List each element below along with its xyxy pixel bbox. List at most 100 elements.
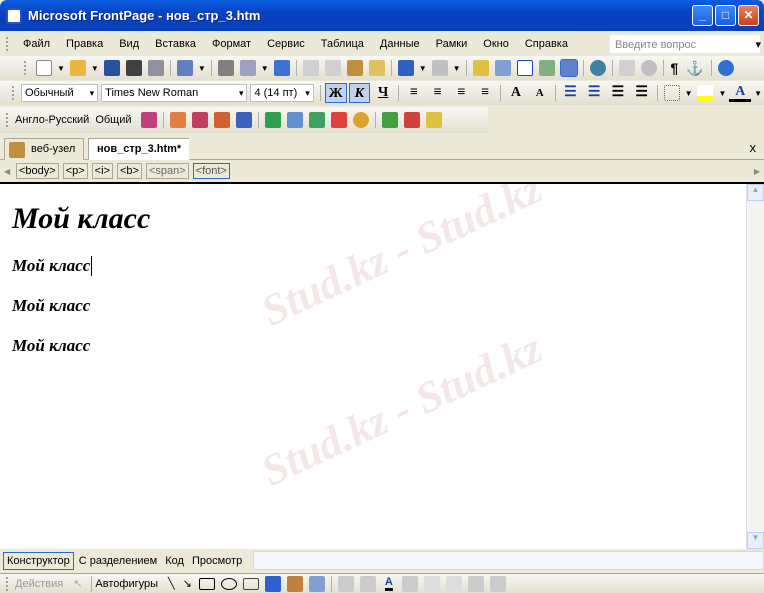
paragraph[interactable]: Мой класс (12, 256, 93, 276)
view-code[interactable]: Код (162, 553, 187, 569)
tool-icon[interactable] (213, 112, 230, 128)
dropdown-arrow[interactable]: ▼ (261, 64, 269, 73)
align-right-icon[interactable]: ≡ (451, 83, 473, 103)
underline-button[interactable]: Ч (372, 83, 394, 103)
tab-website[interactable]: веб-узел (4, 138, 85, 160)
help-icon[interactable] (717, 60, 734, 76)
tool-icon[interactable] (169, 112, 186, 128)
font-color-icon[interactable]: A (384, 576, 393, 591)
style-select[interactable]: Обычный (20, 84, 99, 102)
books-icon[interactable] (264, 112, 281, 128)
select-pointer-icon[interactable]: ↖ (73, 577, 82, 590)
library-icon[interactable] (381, 112, 398, 128)
stop-icon[interactable] (640, 60, 657, 76)
editor-canvas[interactable]: Stud.kz - Stud.kz Stud.kz - Stud.kz Мой … (0, 184, 746, 549)
redo-icon[interactable] (431, 60, 448, 76)
view-split[interactable]: С разделением (76, 553, 161, 569)
maximize-button[interactable]: □ (715, 5, 736, 26)
tag-span[interactable]: <span> (145, 163, 189, 179)
search-doc-icon[interactable] (286, 112, 303, 128)
wordart-icon[interactable] (264, 575, 281, 592)
open-icon[interactable] (69, 60, 86, 76)
font-color-icon[interactable]: A (729, 84, 752, 102)
ask-question-input[interactable]: Введите вопрос (610, 34, 761, 54)
menu-data[interactable]: Данные (372, 38, 428, 50)
search-icon[interactable] (125, 60, 142, 76)
cut-icon[interactable] (302, 60, 319, 76)
bulleted-list-icon[interactable]: ☰ (583, 83, 605, 103)
view-preview[interactable]: Просмотр (189, 553, 245, 569)
page-heading[interactable]: Мой класс (12, 202, 150, 236)
paste-icon[interactable] (346, 60, 363, 76)
folder-list-icon[interactable] (176, 60, 193, 76)
increase-indent-icon[interactable]: ☰ (631, 83, 653, 103)
drawing-icon[interactable] (559, 59, 578, 77)
fill-color-icon[interactable] (337, 575, 354, 592)
preview-icon[interactable] (239, 60, 256, 76)
dropdown-arrow[interactable]: ▼ (419, 64, 427, 73)
dropdown-arrow[interactable]: ▼ (57, 64, 65, 73)
vertical-scrollbar[interactable]: ▲ ▼ (746, 184, 764, 549)
align-left-icon[interactable]: ≡ (403, 83, 425, 103)
decrease-indent-icon[interactable]: ☰ (607, 83, 629, 103)
scroll-up-button[interactable]: ▲ (747, 184, 764, 201)
menu-tools[interactable]: Сервис (259, 38, 313, 50)
dictionary-select[interactable]: Англо-Русский (15, 114, 89, 126)
line-color-icon[interactable] (359, 575, 376, 592)
view-design[interactable]: Конструктор (3, 551, 74, 570)
play-icon[interactable] (352, 112, 369, 128)
horizontal-scrollbar[interactable] (253, 551, 764, 570)
arrow-icon[interactable]: ↘ (183, 577, 192, 590)
menu-format[interactable]: Формат (204, 38, 259, 50)
menu-table[interactable]: Таблица (313, 38, 372, 50)
line-style-icon[interactable] (401, 575, 418, 592)
dropdown-arrow[interactable]: ▼ (198, 64, 206, 73)
menu-view[interactable]: Вид (111, 38, 147, 50)
decrease-font-icon[interactable]: A (529, 83, 551, 103)
dropdown-arrow[interactable]: ▼ (685, 89, 693, 98)
clipart-icon[interactable] (286, 575, 303, 592)
help-icon[interactable] (425, 112, 442, 128)
grip[interactable] (6, 36, 9, 51)
menu-frames[interactable]: Рамки (428, 38, 476, 50)
dropdown-arrow[interactable]: ▼ (453, 64, 461, 73)
increase-font-icon[interactable]: A (505, 83, 527, 103)
borders-icon[interactable] (663, 85, 680, 101)
close-button[interactable]: ✕ (738, 5, 759, 26)
insert-table-icon[interactable] (494, 60, 511, 76)
save-icon[interactable] (103, 60, 120, 76)
scroll-left-icon[interactable]: ◀ (4, 167, 10, 176)
menu-file[interactable]: Файл (15, 38, 58, 50)
scroll-down-button[interactable]: ▼ (747, 532, 764, 549)
font-select[interactable]: Times New Roman (101, 84, 248, 102)
numbered-list-icon[interactable]: ☰ (560, 83, 582, 103)
tab-page[interactable]: нов_стр_3.htm* (88, 138, 190, 160)
tool-icon[interactable] (191, 112, 208, 128)
tag-i[interactable]: <i> (91, 163, 113, 179)
tag-body[interactable]: <body> (16, 163, 59, 179)
arrow-style-icon[interactable] (445, 575, 462, 592)
translate-icon[interactable] (140, 112, 157, 128)
anchor-icon[interactable]: ⚓ (686, 60, 703, 77)
menu-insert[interactable]: Вставка (147, 38, 204, 50)
align-center-icon[interactable]: ≡ (427, 83, 449, 103)
tag-font[interactable]: <font> (192, 163, 230, 179)
close-document-button[interactable]: x (750, 140, 757, 155)
dash-style-icon[interactable] (423, 575, 440, 592)
3d-icon[interactable] (489, 575, 506, 592)
paragraph[interactable]: Мой класс (12, 336, 90, 356)
dropdown-arrow[interactable]: ▼ (718, 89, 726, 98)
spelling-icon[interactable] (273, 60, 290, 76)
menu-window[interactable]: Окно (475, 38, 517, 50)
dropdown-arrow[interactable]: ▼ (754, 89, 762, 98)
minimize-button[interactable]: _ (692, 5, 713, 26)
oval-icon[interactable] (220, 577, 237, 590)
format-painter-icon[interactable] (368, 60, 385, 76)
pilcrow-icon[interactable]: ¶ (671, 60, 679, 76)
shadow-icon[interactable] (467, 575, 484, 592)
dropdown-arrow[interactable]: ▼ (91, 64, 99, 73)
scroll-right-icon[interactable]: ▶ (754, 167, 760, 176)
font-size-select[interactable]: 4 (14 пт) (250, 84, 314, 102)
highlight-icon[interactable] (697, 85, 714, 101)
new-page-icon[interactable] (36, 60, 52, 76)
